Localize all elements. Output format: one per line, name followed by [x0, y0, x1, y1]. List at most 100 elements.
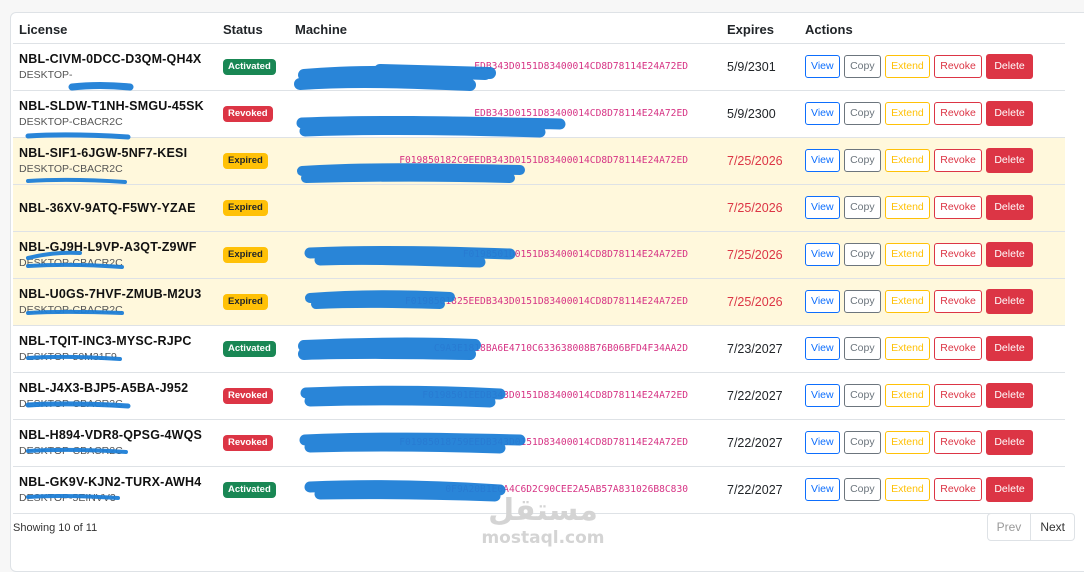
expiry-date: 7/23/2027 [727, 341, 783, 356]
extend-button[interactable]: Extend [885, 149, 930, 172]
machine-id: F019850182C9EEDB343D0151D83400014CD8D781… [399, 155, 688, 166]
revoke-button[interactable]: Revoke [934, 290, 982, 313]
expires-cell: 7/23/2027 [721, 325, 799, 373]
delete-button[interactable]: Delete [986, 101, 1033, 126]
delete-button[interactable]: Delete [986, 430, 1033, 455]
desktop-name: DESKTOP-50M31F9 [19, 351, 117, 363]
view-button[interactable]: View [805, 337, 840, 360]
view-button[interactable]: View [805, 290, 840, 313]
table-row: NBL-TQIT-INC3-MYSC-RJPC DESKTOP-50M31F9 Ac… [13, 325, 1065, 373]
copy-button[interactable]: Copy [844, 478, 881, 501]
prev-page-button[interactable]: Prev [986, 513, 1032, 541]
expires-cell: 7/22/2027 [721, 372, 799, 420]
license-cell: NBL-U0GS-7HVF-ZMUB-M2U3 DESKTOP-CBACR2C [13, 278, 217, 326]
revoke-button[interactable]: Revoke [934, 149, 982, 172]
revoke-button[interactable]: Revoke [934, 384, 982, 407]
copy-button[interactable]: Copy [844, 196, 881, 219]
extend-button[interactable]: Extend [885, 55, 930, 78]
copy-button[interactable]: Copy [844, 102, 881, 125]
delete-button[interactable]: Delete [986, 148, 1033, 173]
expiry-date: 7/25/2026 [727, 153, 783, 168]
view-button[interactable]: View [805, 243, 840, 266]
status-cell: Expired [217, 278, 289, 326]
actions-cell: View Copy Extend Revoke Delete [799, 184, 1065, 232]
license-cell: NBL-H894-VDR8-QPSG-4WQS DESKTOP-CBACR2C [13, 419, 217, 467]
expires-cell: 5/9/2300 [721, 90, 799, 138]
license-code: NBL-CIVM-0DCC-D3QM-QH4X [19, 52, 202, 66]
status-cell: Revoked [217, 372, 289, 420]
table-row: NBL-U0GS-7HVF-ZMUB-M2U3 DESKTOP-CBACR2C Ex… [13, 278, 1065, 326]
copy-button[interactable]: Copy [844, 149, 881, 172]
license-cell: NBL-SLDW-T1NH-SMGU-45SK DESKTOP-CBACR2C [13, 90, 217, 138]
expiry-date: 7/22/2027 [727, 482, 783, 497]
delete-button[interactable]: Delete [986, 242, 1033, 267]
revoke-button[interactable]: Revoke [934, 102, 982, 125]
desktop-name: DESKTOP-CBACR2C [19, 116, 123, 128]
copy-button[interactable]: Copy [844, 337, 881, 360]
licenses-table: License Status Machine Expires Actions N… [13, 16, 1065, 514]
expiry-date: 5/9/2300 [727, 106, 776, 121]
extend-button[interactable]: Extend [885, 243, 930, 266]
machine-id: EDB343D0151D83400014CD8D78114E24A72ED [474, 61, 688, 72]
machine-id: 0F9A20B1E0A4C6D2C90CEE2A5AB57A831026B8C8… [445, 484, 688, 495]
expiry-date: 7/25/2026 [727, 200, 783, 215]
table-row: NBL-J4X3-BJP5-A5BA-J952 DESKTOP-CBACR2C Re… [13, 372, 1065, 420]
revoke-button[interactable]: Revoke [934, 243, 982, 266]
license-cell: NBL-SIF1-6JGW-5NF7-KESI DESKTOP-CBACR2C [13, 137, 217, 185]
revoke-button[interactable]: Revoke [934, 478, 982, 501]
revoke-button[interactable]: Revoke [934, 337, 982, 360]
view-button[interactable]: View [805, 384, 840, 407]
machine-cell: F0198501EEDB343D0151D83400014CD8D78114E2… [289, 372, 721, 420]
expires-cell: 5/9/2301 [721, 43, 799, 91]
delete-button[interactable]: Delete [986, 289, 1033, 314]
actions-cell: View Copy Extend Revoke Delete [799, 137, 1065, 185]
copy-button[interactable]: Copy [844, 243, 881, 266]
view-button[interactable]: View [805, 431, 840, 454]
desktop-name: DESKTOP-CBACR2C [19, 398, 123, 410]
header-expires: Expires [721, 16, 799, 44]
copy-button[interactable]: Copy [844, 431, 881, 454]
actions-cell: View Copy Extend Revoke Delete [799, 231, 1065, 279]
extend-button[interactable]: Extend [885, 384, 930, 407]
revoke-button[interactable]: Revoke [934, 55, 982, 78]
license-code: NBL-36XV-9ATQ-F5WY-YZAE [19, 200, 196, 215]
machine-id: F0198501EEDB343D0151D83400014CD8D78114E2… [422, 390, 688, 401]
desktop-name: DESKTOP-CBACR2C [19, 163, 123, 175]
header-status: Status [217, 16, 289, 44]
view-button[interactable]: View [805, 196, 840, 219]
status-badge: Activated [223, 341, 276, 357]
delete-button[interactable]: Delete [986, 336, 1033, 361]
extend-button[interactable]: Extend [885, 337, 930, 360]
extend-button[interactable]: Extend [885, 290, 930, 313]
copy-button[interactable]: Copy [844, 290, 881, 313]
delete-button[interactable]: Delete [986, 383, 1033, 408]
delete-button[interactable]: Delete [986, 477, 1033, 502]
license-cell: NBL-36XV-9ATQ-F5WY-YZAE [13, 184, 217, 232]
view-button[interactable]: View [805, 149, 840, 172]
extend-button[interactable]: Extend [885, 431, 930, 454]
view-button[interactable]: View [805, 478, 840, 501]
revoke-button[interactable]: Revoke [934, 431, 982, 454]
license-cell: NBL-GJ9H-L9VP-A3QT-Z9WF DESKTOP-CBACR2C [13, 231, 217, 279]
machine-cell: F01985018759EEDB343D0151D83400014CD8D781… [289, 419, 721, 467]
delete-button[interactable]: Delete [986, 195, 1033, 220]
view-button[interactable]: View [805, 55, 840, 78]
copy-button[interactable]: Copy [844, 384, 881, 407]
copy-button[interactable]: Copy [844, 55, 881, 78]
showing-count: Showing 10 of 11 [13, 522, 98, 534]
extend-button[interactable]: Extend [885, 196, 930, 219]
table-row: NBL-H894-VDR8-QPSG-4WQS DESKTOP-CBACR2C Re… [13, 419, 1065, 467]
status-badge: Activated [223, 482, 276, 498]
actions-cell: View Copy Extend Revoke Delete [799, 466, 1065, 514]
table-row: NBL-36XV-9ATQ-F5WY-YZAE Expired 7/25/2026 V… [13, 184, 1065, 232]
actions-cell: View Copy Extend Revoke Delete [799, 278, 1065, 326]
next-page-button[interactable]: Next [1031, 513, 1075, 541]
status-badge: Expired [223, 200, 268, 216]
view-button[interactable]: View [805, 102, 840, 125]
table-body: NBL-CIVM-0DCC-D3QM-QH4X DESKTOP- Activated… [13, 43, 1065, 514]
revoke-button[interactable]: Revoke [934, 196, 982, 219]
expires-cell: 7/25/2026 [721, 231, 799, 279]
delete-button[interactable]: Delete [986, 54, 1033, 79]
extend-button[interactable]: Extend [885, 478, 930, 501]
extend-button[interactable]: Extend [885, 102, 930, 125]
